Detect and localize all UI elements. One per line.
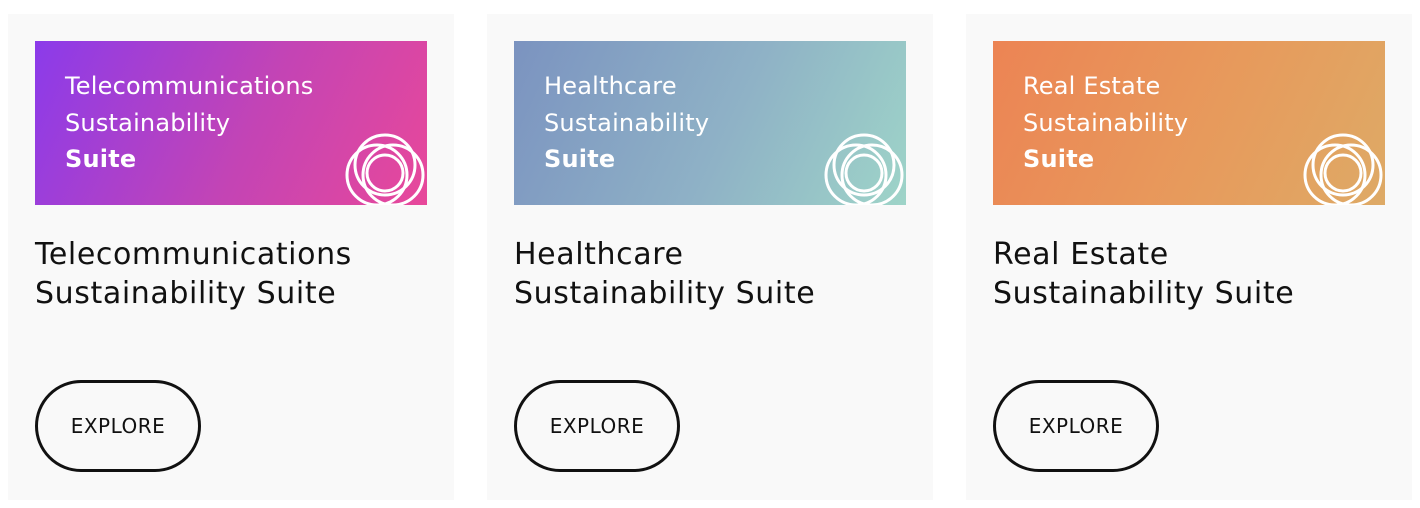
explore-button[interactable]: EXPLORE xyxy=(514,380,680,472)
banner-line: Sustainability xyxy=(65,108,231,137)
banner-line: Sustainability xyxy=(1023,108,1189,137)
explore-button[interactable]: EXPLORE xyxy=(993,380,1159,472)
banner-text: Telecommunications Sustainability Suite xyxy=(65,68,314,178)
banner-line: Suite xyxy=(544,145,616,173)
banner-line: Suite xyxy=(65,145,137,173)
banner-line: Healthcare xyxy=(544,72,677,100)
card-title: Telecommunications Sustainability Suite xyxy=(35,236,435,313)
card-title-line: Real Estate xyxy=(993,237,1169,272)
card-title-line: Healthcare xyxy=(514,237,684,272)
explore-button[interactable]: EXPLORE xyxy=(35,380,201,472)
suite-cards: Telecommunications Sustainability Suite … xyxy=(0,0,1420,508)
card-title-line: Sustainability Suite xyxy=(35,275,337,311)
banner-text: Real Estate Sustainability Suite xyxy=(1023,68,1188,178)
card-title: Healthcare Sustainability Suite xyxy=(514,236,914,313)
card-banner[interactable]: Telecommunications Sustainability Suite xyxy=(35,41,427,205)
card-title-line: Sustainability Suite xyxy=(514,275,816,311)
overlapping-circles-icon xyxy=(1303,133,1383,205)
card-banner[interactable]: Real Estate Sustainability Suite xyxy=(993,41,1385,205)
banner-line: Suite xyxy=(1023,145,1095,173)
card-title-line: Sustainability Suite xyxy=(993,275,1295,311)
overlapping-circles-icon xyxy=(345,133,425,205)
card-banner[interactable]: Healthcare Sustainability Suite xyxy=(514,41,906,205)
suite-card-real-estate[interactable]: Real Estate Sustainability Suite Real Es… xyxy=(966,14,1412,500)
banner-line: Sustainability xyxy=(544,108,710,137)
card-title: Real Estate Sustainability Suite xyxy=(993,236,1393,313)
banner-line: Telecommunications xyxy=(65,72,314,100)
banner-line: Real Estate xyxy=(1023,72,1161,100)
card-title-line: Telecommunications xyxy=(35,237,352,272)
suite-card-healthcare[interactable]: Healthcare Sustainability Suite Healthca… xyxy=(487,14,933,500)
banner-text: Healthcare Sustainability Suite xyxy=(544,68,709,178)
suite-card-telecommunications[interactable]: Telecommunications Sustainability Suite … xyxy=(8,14,454,500)
overlapping-circles-icon xyxy=(824,133,904,205)
